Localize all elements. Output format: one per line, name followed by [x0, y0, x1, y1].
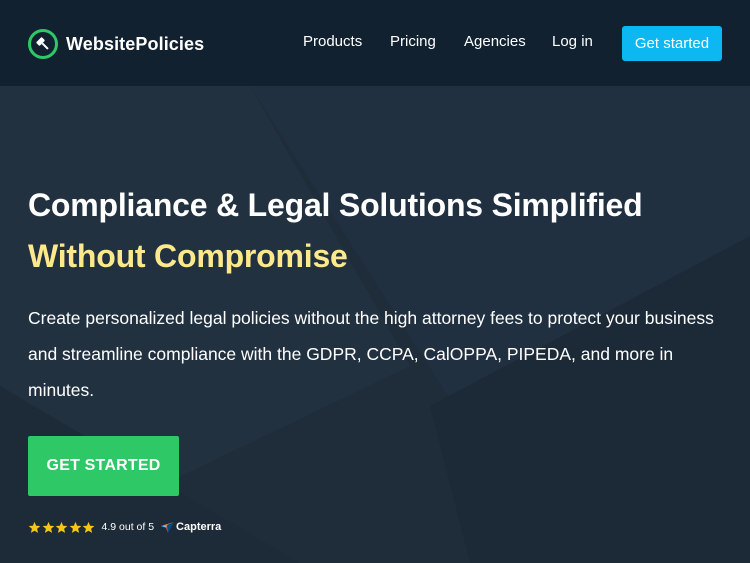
hero-headline-accent: Without Compromise [28, 238, 348, 274]
site-header: WebsitePolicies Products Pricing Agencie… [0, 0, 750, 86]
star-icon [42, 521, 54, 533]
rating-row: 4.9 out of 5 Capterra [28, 519, 221, 535]
nav-item-products[interactable]: Products [303, 33, 362, 50]
header-get-started-button[interactable]: Get started [622, 26, 722, 61]
hero-headline: Compliance & Legal Solutions Simplified [28, 187, 643, 223]
star-icon [69, 521, 81, 533]
hero-get-started-button[interactable]: GET STARTED [28, 436, 179, 496]
rating-stars [28, 521, 96, 534]
rating-text: 4.9 out of 5 [101, 521, 155, 533]
star-icon [55, 521, 68, 533]
star-icon [28, 521, 41, 533]
star-icon [82, 521, 95, 533]
nav-item-agencies[interactable]: Agencies [464, 33, 526, 50]
hero-subtext: Create personalized legal policies witho… [28, 308, 714, 400]
nav-item-pricing[interactable]: Pricing [390, 33, 436, 50]
capterra-badge[interactable]: Capterra [161, 521, 221, 533]
capterra-arrow-icon [161, 521, 175, 533]
nav-item-log-in[interactable]: Log in [552, 33, 593, 50]
capterra-label: Capterra [176, 521, 222, 533]
